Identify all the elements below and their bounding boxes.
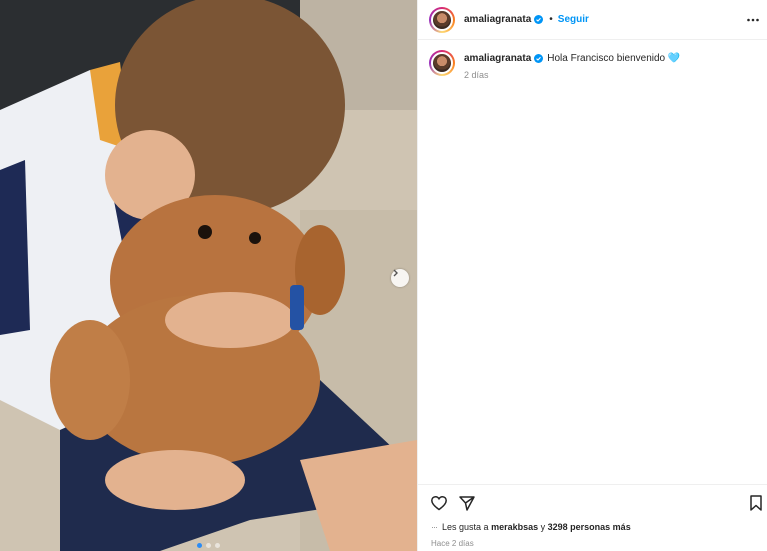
likes-count[interactable]: 3298 personas más — [548, 522, 631, 532]
caption-text: Hola Francisco bienvenido 🩵 — [547, 53, 681, 64]
likes-prefix: Les gusta a — [442, 522, 489, 532]
carousel-dot — [206, 543, 211, 548]
caption-timestamp[interactable]: 2 días — [464, 70, 680, 80]
avatar-image — [431, 8, 453, 31]
chevron-right-icon — [393, 269, 398, 277]
bookmark-icon[interactable] — [747, 494, 765, 512]
separator-dot: • — [549, 14, 553, 25]
likes-conjunction: y — [540, 522, 546, 532]
carousel-dot — [215, 543, 220, 548]
photo-illustration — [0, 0, 417, 551]
post-caption: amaliagranata Hola Francisco bienvenido … — [429, 50, 680, 80]
follow-button[interactable]: Seguir — [558, 14, 589, 25]
liker-avatars: ··· — [431, 522, 438, 532]
likes-summary: ··· Les gusta a merakbsas y 3298 persona… — [431, 522, 631, 532]
post-header: amaliagranata • Seguir — [418, 0, 767, 40]
post-timestamp[interactable]: Hace 2 días — [431, 539, 474, 548]
verified-badge-icon — [534, 15, 544, 24]
caption-username[interactable]: amaliagranata — [464, 53, 531, 64]
send-icon[interactable] — [458, 494, 476, 512]
post-side-panel: amaliagranata • Seguir amaliagranata Hol… — [417, 0, 767, 551]
heart-icon[interactable] — [430, 494, 448, 512]
caption-avatar[interactable] — [429, 50, 455, 76]
action-bar — [418, 484, 767, 520]
carousel-next-button[interactable] — [391, 269, 409, 287]
username-link[interactable]: amaliagranata — [464, 14, 531, 25]
avatar[interactable] — [429, 6, 455, 33]
more-options-icon[interactable] — [746, 13, 760, 27]
post-photo — [0, 0, 417, 551]
carousel-dot — [197, 543, 202, 548]
avatar-image — [431, 52, 453, 74]
verified-badge-icon — [534, 54, 544, 63]
carousel-dots — [197, 543, 220, 548]
liker-username[interactable]: merakbsas — [491, 522, 538, 532]
